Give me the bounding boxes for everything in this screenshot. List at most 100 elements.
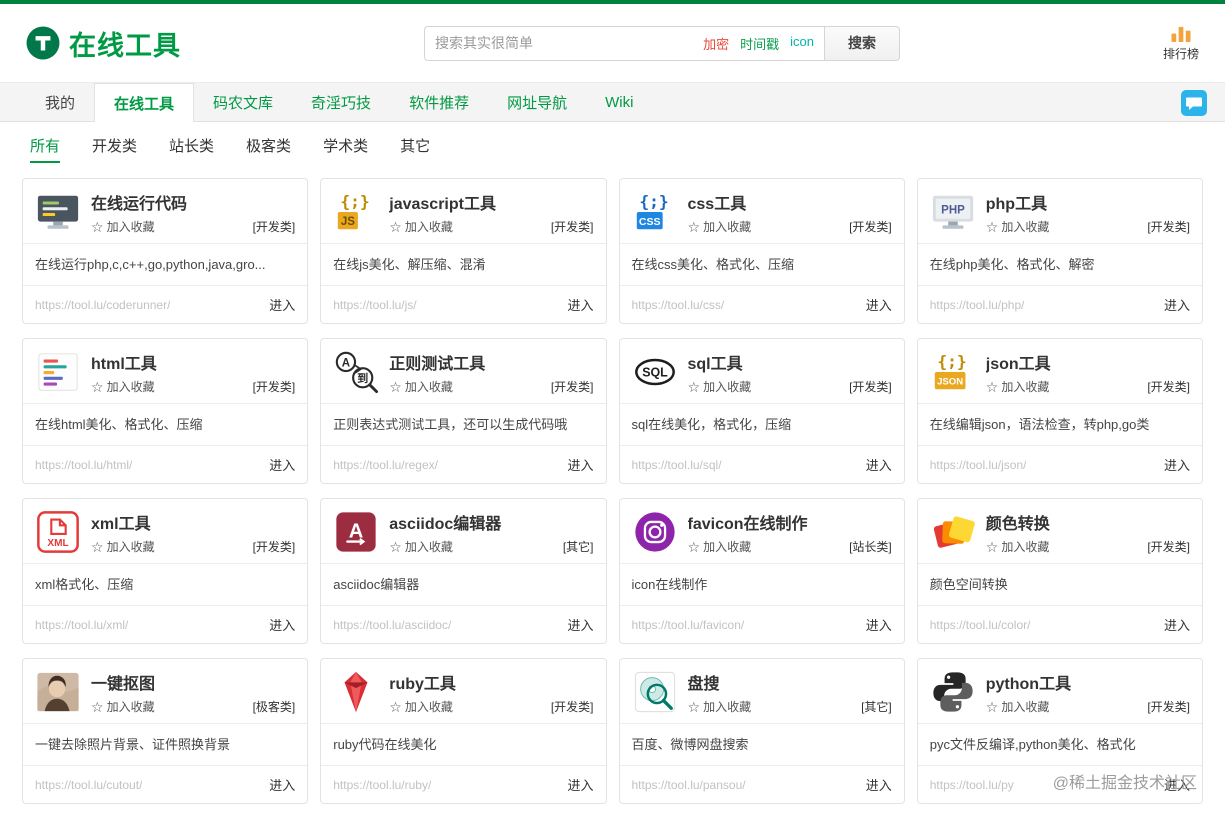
card-title: css工具 [687,196,747,213]
card-head: ruby工具 ☆ 加入收藏 [开发类] [321,659,606,724]
enter-link[interactable]: 进入 [1164,455,1190,474]
search-input[interactable] [434,35,696,51]
filter-5[interactable]: 学术类 [323,135,368,163]
svg-text:JS: JS [341,216,355,228]
enter-link[interactable]: 进入 [269,295,295,314]
card-head: A asciidoc编辑器 ☆ 加入收藏 [其它] [321,499,606,564]
chat-button[interactable] [1181,90,1207,116]
enter-link[interactable]: 进入 [866,295,892,314]
add-favorite-button[interactable]: ☆ 加入收藏 [91,698,155,715]
card-title: php工具 [985,196,1048,213]
add-favorite-button[interactable]: ☆ 加入收藏 [986,378,1050,395]
hot-tags: 加密 时间戳 icon [703,34,814,53]
card-url-link[interactable]: https://tool.lu/js/ [333,298,416,312]
card-url-link[interactable]: https://tool.lu/coderunner/ [35,298,170,312]
card-url-link[interactable]: https://tool.lu/py [930,778,1014,792]
add-favorite-button[interactable]: ☆ 加入收藏 [688,218,752,235]
sql-icon: SQL [632,349,678,395]
card-title: 颜色转换 [985,516,1050,533]
search-button[interactable]: 搜索 [823,25,900,61]
card-url-link[interactable]: https://tool.lu/css/ [632,298,725,312]
category-badge: [开发类] [1147,380,1190,394]
add-favorite-button[interactable]: ☆ 加入收藏 [389,218,453,235]
category-badge: [开发类] [252,220,296,234]
enter-link[interactable]: 进入 [866,615,892,634]
add-favorite-button[interactable]: ☆ 加入收藏 [91,218,155,235]
json-icon: {;} JSON [930,349,976,395]
ranking-link[interactable]: 排行榜 [1163,24,1199,62]
enter-link[interactable]: 进入 [269,455,295,474]
nav-tab-3[interactable]: 码农文库 [194,83,292,121]
nav-tab-4[interactable]: 奇淫巧技 [292,83,390,121]
card-url-link[interactable]: https://tool.lu/xml/ [35,618,128,632]
star-icon: ☆ [687,378,701,395]
card-footer: https://tool.lu/pansou/ 进入 [619,765,904,803]
filter-6[interactable]: 其它 [400,135,430,163]
card-url-link[interactable]: https://tool.lu/favicon/ [632,618,745,632]
add-favorite-button[interactable]: ☆ 加入收藏 [688,378,752,395]
card-url-link[interactable]: https://tool.lu/ruby/ [333,778,431,792]
enter-link[interactable]: 进入 [1164,615,1190,634]
nav-tab-2[interactable]: 在线工具 [94,83,195,122]
enter-link[interactable]: 进入 [1164,775,1190,794]
card-url-link[interactable]: https://tool.lu/color/ [930,618,1031,632]
search-box: 加密时间戳 icon [423,25,824,61]
svg-text:A: A [342,357,350,369]
add-favorite-button[interactable]: ☆ 加入收藏 [389,698,453,715]
filter-1[interactable]: 所有 [30,135,61,163]
nav-tab-1[interactable]: 我的 [26,83,94,121]
add-favorite-button[interactable]: ☆ 加入收藏 [986,218,1050,235]
add-favorite-button[interactable]: ☆ 加入收藏 [688,698,752,715]
enter-link[interactable]: 进入 [567,775,593,794]
nav-tab-5[interactable]: 软件推荐 [390,83,488,121]
hot-tag-2[interactable]: 时间戳 [740,34,779,53]
card-footer: https://tool.lu/favicon/ 进入 [619,605,904,643]
card-footer: https://tool.lu/asciidoc/ 进入 [321,605,606,643]
enter-link[interactable]: 进入 [866,455,892,474]
card-url-link[interactable]: https://tool.lu/json/ [930,458,1027,472]
site-logo[interactable]: 在线工具 [26,24,181,63]
enter-link[interactable]: 进入 [866,775,892,794]
add-favorite-button[interactable]: ☆ 加入收藏 [389,538,453,555]
hot-tag-3[interactable]: icon [790,34,814,53]
hot-tag-1[interactable]: 加密 [703,34,729,53]
enter-link[interactable]: 进入 [269,775,295,794]
card-title: html工具 [91,356,157,373]
chat-icon [1181,90,1207,116]
filter-2[interactable]: 开发类 [92,135,137,163]
category-badge: [开发类] [252,540,296,554]
code-runner-icon [35,189,81,235]
card-url-link[interactable]: https://tool.lu/sql/ [632,458,722,472]
ranking-label: 排行榜 [1162,47,1199,61]
add-favorite-button[interactable]: ☆ 加入收藏 [688,538,752,555]
enter-link[interactable]: 进入 [567,455,593,474]
filter-4[interactable]: 极客类 [246,135,291,163]
card-url-link[interactable]: https://tool.lu/asciidoc/ [333,618,451,632]
card-url-link[interactable]: https://tool.lu/html/ [35,458,132,472]
card-url-link[interactable]: https://tool.lu/regex/ [333,458,438,472]
enter-link[interactable]: 进入 [567,615,593,634]
php-icon: PHP [930,189,976,235]
add-favorite-button[interactable]: ☆ 加入收藏 [389,378,453,395]
card-url-link[interactable]: https://tool.lu/pansou/ [632,778,746,792]
card-url-link[interactable]: https://tool.lu/cutout/ [35,778,142,792]
enter-link[interactable]: 进入 [1164,295,1190,314]
card-head: XML xml工具 ☆ 加入收藏 [开发类] [23,499,308,564]
card-url-link[interactable]: https://tool.lu/php/ [930,298,1025,312]
add-favorite-button[interactable]: ☆ 加入收藏 [986,698,1050,715]
card-footer: https://tool.lu/cutout/ 进入 [23,765,308,803]
enter-link[interactable]: 进入 [269,615,295,634]
add-favorite-button[interactable]: ☆ 加入收藏 [91,378,155,395]
enter-link[interactable]: 进入 [567,295,593,314]
card-footer: https://tool.lu/js/ 进入 [321,285,606,323]
svg-text:PHP: PHP [941,204,965,216]
nav-tab-6[interactable]: 网址导航 [488,83,586,121]
favorite-label: 加入收藏 [703,540,752,554]
python-icon [930,669,976,715]
favorite-label: 加入收藏 [404,700,453,714]
add-favorite-button[interactable]: ☆ 加入收藏 [986,538,1050,555]
add-favorite-button[interactable]: ☆ 加入收藏 [91,538,155,555]
card-head: html工具 ☆ 加入收藏 [开发类] [23,339,308,404]
filter-3[interactable]: 站长类 [169,135,214,163]
nav-tab-7[interactable]: Wiki [586,83,652,121]
